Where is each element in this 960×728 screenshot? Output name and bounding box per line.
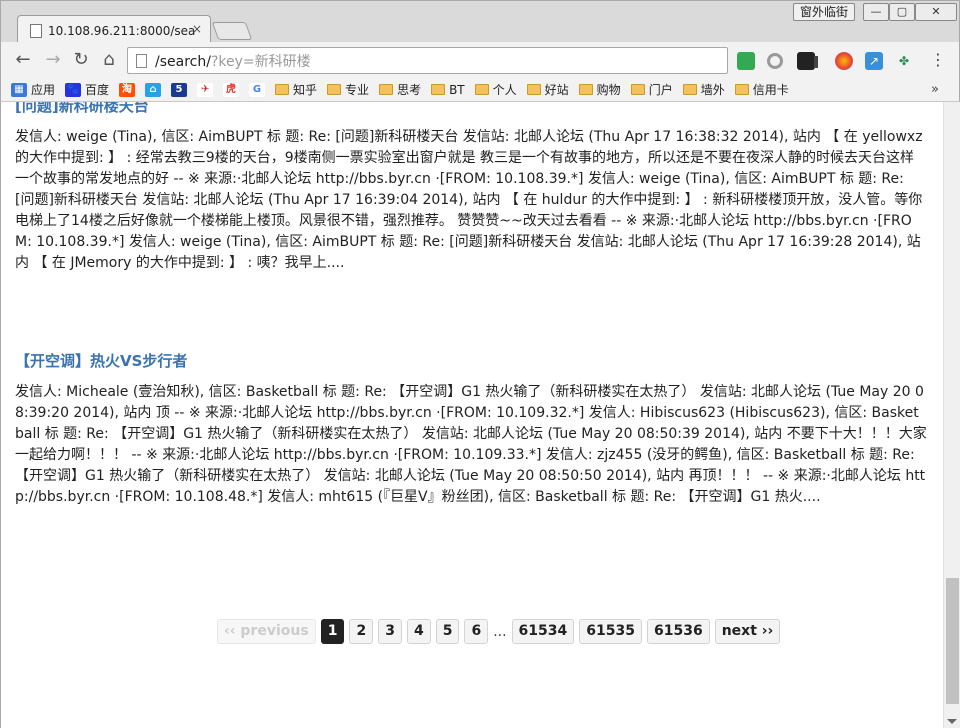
bird-icon: ✈: [197, 82, 214, 97]
page-button[interactable]: 61534: [511, 619, 575, 644]
address-bar[interactable]: /search/?key=新科研楼: [127, 47, 728, 74]
next-page-button[interactable]: next ››: [714, 619, 781, 644]
back-button[interactable]: ←: [11, 48, 35, 72]
bookmark-label: 应用: [31, 83, 56, 97]
page-button[interactable]: 61536: [646, 619, 710, 644]
folder-label: 信用卡: [752, 83, 789, 97]
folder-icon: [474, 84, 489, 95]
result-title-link[interactable]: 【开空调】热火VS步行者: [15, 350, 927, 372]
taobao-icon: 淘: [119, 82, 136, 97]
scroll-down-arrow-icon[interactable]: [947, 719, 957, 724]
folder-label: 个人: [492, 83, 517, 97]
baidu-icon: 🐾: [65, 82, 82, 97]
home-icon: ⌂: [145, 82, 162, 97]
page-button[interactable]: 6: [464, 619, 489, 644]
folder-icon: [327, 84, 342, 95]
folder-icon: [682, 84, 697, 95]
result-snippet: 发信人: weige (Tina), 信区: AimBUPT 标 题: Re: …: [15, 129, 923, 271]
share-icon[interactable]: ↗: [865, 52, 883, 70]
bookmark-bird[interactable]: ✈: [197, 82, 214, 97]
maximize-button[interactable]: ▢: [889, 3, 915, 21]
bookmark-tiger[interactable]: 虎: [223, 82, 240, 97]
page-button[interactable]: 5: [435, 619, 460, 644]
profile-button[interactable]: 窗外临街: [793, 3, 855, 21]
bookmark-folder[interactable]: 门户: [630, 81, 673, 98]
bookmark-label: 百度: [85, 83, 110, 97]
bookmark-apps[interactable]: ▦ 应用: [11, 81, 55, 98]
folder-icon: [526, 84, 541, 95]
bookmark-home[interactable]: ⌂: [145, 82, 162, 97]
forward-button[interactable]: →: [41, 48, 65, 72]
search-result: 【开空调】热火VS步行者 发信人: Micheale (壹治知秋), 信区: B…: [15, 350, 927, 508]
bookmark-folder[interactable]: 个人: [474, 81, 517, 98]
url-text: /search/?key=新科研楼: [155, 53, 311, 70]
bookmark-folder[interactable]: 专业: [327, 81, 369, 98]
tab-title: 10.108.96.211:8000/sea: [48, 24, 196, 38]
bookmark-folder[interactable]: 墙外: [682, 81, 725, 98]
result-snippet: 发信人: Micheale (壹治知秋), 信区: Basketball 标 题…: [15, 384, 927, 505]
bookmark-five[interactable]: 5: [171, 82, 188, 97]
close-window-button[interactable]: ✕: [915, 3, 957, 21]
bookmark-folder[interactable]: 知乎: [275, 81, 317, 98]
page-button-current[interactable]: 1: [320, 619, 345, 644]
tiger-icon: 虎: [223, 82, 240, 97]
five-icon: 5: [171, 82, 188, 97]
folder-icon: [431, 84, 446, 95]
bookmark-folder[interactable]: 购物: [578, 81, 621, 98]
apps-icon: ▦: [11, 82, 27, 97]
bookmarks-bar: ▦ 应用 🐾 百度 淘 ⌂ 5 ✈ 虎 G 知乎 专业 思考 BT 个人 好站 …: [0, 78, 960, 102]
vertical-scrollbar[interactable]: [943, 102, 960, 728]
folder-icon: [578, 84, 593, 95]
folder-icon: [379, 84, 394, 95]
folder-label: 墙外: [700, 83, 725, 97]
page-button[interactable]: 3: [378, 619, 402, 644]
folder-label: 知乎: [293, 83, 318, 97]
google-icon: G: [249, 82, 266, 97]
folder-label: BT: [449, 82, 465, 97]
photos-icon[interactable]: [835, 52, 853, 70]
window-titlebar: 10.108.96.211:8000/sea × 窗外临街 — ▢ ✕: [0, 0, 960, 44]
tab-close-icon[interactable]: ×: [190, 22, 204, 36]
previous-page-button: ‹‹ previous: [217, 619, 316, 644]
page-button[interactable]: 61535: [579, 619, 642, 644]
page-info-icon[interactable]: [136, 53, 147, 68]
bookmark-baidu[interactable]: 🐾 百度: [65, 81, 109, 98]
search-result: [问题]新科研楼天台 发信人: weige (Tina), 信区: AimBUP…: [15, 102, 927, 274]
browser-menu-icon[interactable]: ⋮: [929, 50, 947, 70]
browser-toolbar: ← → ↻ ⌂ /search/?key=新科研楼 ❚ ↗ ✤ ⋮: [0, 42, 960, 78]
scrollbar-thumb[interactable]: [946, 578, 959, 704]
folder-icon: [275, 84, 290, 95]
bookmark-taobao[interactable]: 淘: [119, 82, 136, 97]
extension-icon[interactable]: [737, 52, 755, 70]
folder-label: 门户: [648, 83, 673, 97]
bookmark-folder[interactable]: BT: [431, 83, 465, 97]
folder-label: 好站: [544, 83, 569, 97]
result-title-link[interactable]: [问题]新科研楼天台: [15, 102, 927, 117]
folder-label: 购物: [596, 83, 621, 97]
bookmarks-more-icon[interactable]: »: [931, 82, 939, 97]
bookmark-google[interactable]: G: [249, 82, 266, 97]
pagination-gap: ...: [493, 623, 507, 640]
page-button[interactable]: 4: [406, 619, 431, 644]
bookmark-folder[interactable]: 好站: [526, 81, 569, 98]
leaf-icon[interactable]: ✤: [895, 52, 913, 70]
browser-tab[interactable]: 10.108.96.211:8000/sea ×: [17, 15, 211, 44]
minimize-button[interactable]: —: [863, 3, 889, 21]
home-button[interactable]: ⌂: [97, 48, 121, 72]
reload-button[interactable]: ↻: [69, 48, 93, 72]
folder-icon: [630, 84, 645, 95]
new-tab-button[interactable]: [211, 22, 253, 40]
folder-label: 专业: [345, 83, 370, 97]
extension-icon[interactable]: ❚: [807, 52, 825, 70]
bookmark-folder[interactable]: 信用卡: [734, 81, 789, 98]
page-viewport: [问题]新科研楼天台 发信人: weige (Tina), 信区: AimBUP…: [0, 102, 960, 728]
page-button[interactable]: 2: [349, 619, 374, 644]
folder-label: 思考: [397, 83, 422, 97]
extension-icon[interactable]: [767, 53, 783, 69]
folder-icon: [734, 84, 749, 95]
bookmark-folder[interactable]: 思考: [379, 81, 421, 98]
pagination: ‹‹ previous 1 2 3 4 5 6 ... 61534 61535 …: [217, 619, 781, 644]
page-icon: [30, 24, 42, 38]
